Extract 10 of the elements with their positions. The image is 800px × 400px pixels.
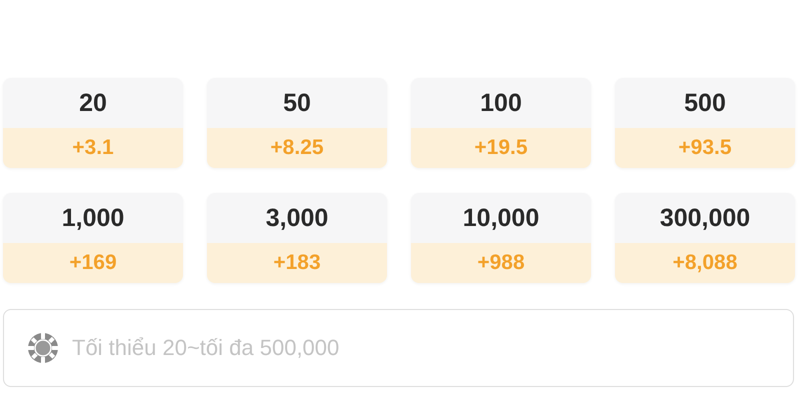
amount-option[interactable]: 100 +19.5 — [411, 78, 591, 168]
amount-option[interactable]: 20 +3.1 — [3, 78, 183, 168]
amount-option[interactable]: 1,000 +169 — [3, 193, 183, 283]
amount-field[interactable]: Tối thiểu 20~tối đa 500,000 — [3, 309, 794, 387]
chip-icon — [27, 332, 59, 364]
amount-option[interactable]: 3,000 +183 — [207, 193, 387, 283]
amount-option[interactable]: 50 +8.25 — [207, 78, 387, 168]
amount-option[interactable]: 300,000 +8,088 — [615, 193, 795, 283]
amount-option[interactable]: 10,000 +988 — [411, 193, 591, 283]
amount-option[interactable]: 500 +93.5 — [615, 78, 795, 168]
